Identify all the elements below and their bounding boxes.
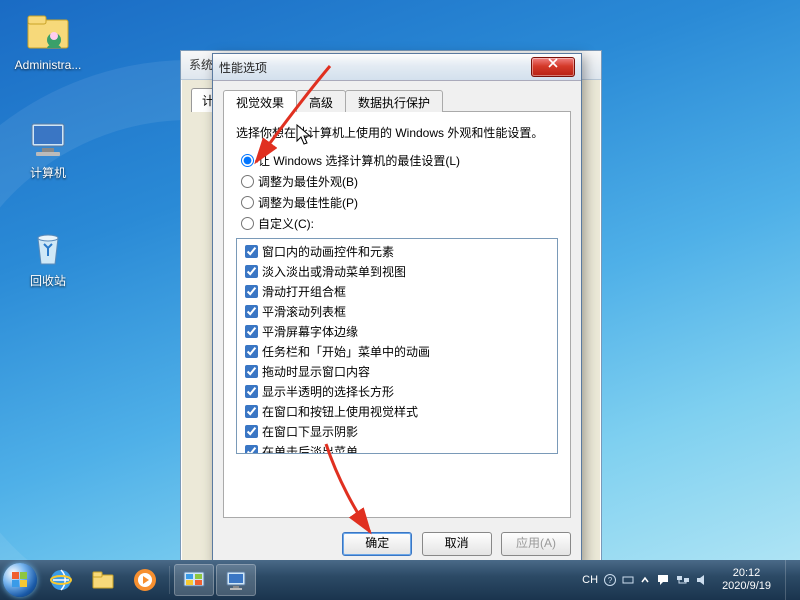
effect-item[interactable]: 窗口内的动画控件和元素: [241, 242, 553, 261]
effect-item[interactable]: 在单击后淡出菜单: [241, 442, 553, 454]
radio-input-let[interactable]: [241, 154, 254, 167]
desktop-icon-recycle[interactable]: 回收站: [10, 224, 86, 288]
taskbar-media-player[interactable]: [125, 564, 165, 596]
folder-user-icon: [24, 8, 72, 56]
effect-item[interactable]: 在窗口和按钮上使用视觉样式: [241, 402, 553, 421]
effect-item[interactable]: 在窗口下显示阴影: [241, 422, 553, 441]
effect-item[interactable]: 平滑滚动列表框: [241, 302, 553, 321]
effect-checkbox[interactable]: [245, 285, 258, 298]
close-button[interactable]: [531, 57, 575, 77]
show-desktop-button[interactable]: [785, 560, 796, 600]
dialog-title: 性能选项: [219, 59, 531, 76]
taskbar-explorer[interactable]: [83, 564, 123, 596]
effect-checkbox[interactable]: [245, 365, 258, 378]
desktop-icon-administrator[interactable]: Administra...: [10, 8, 86, 72]
effect-item[interactable]: 平滑屏幕字体边缘: [241, 322, 553, 341]
effect-checkbox[interactable]: [245, 405, 258, 418]
effect-checkbox[interactable]: [245, 325, 258, 338]
effect-item[interactable]: 淡入淡出或滑动菜单到视图: [241, 262, 553, 281]
clock-date: 2020/9/19: [722, 580, 771, 593]
apply-button[interactable]: 应用(A): [501, 532, 571, 556]
effects-listbox[interactable]: 窗口内的动画控件和元素淡入淡出或滑动菜单到视图滑动打开组合框平滑滚动列表框平滑屏…: [236, 238, 558, 454]
start-button[interactable]: [0, 560, 40, 600]
taskbar: CH ? 20:12 2020/9/19: [0, 560, 800, 600]
desktop-icon-computer[interactable]: 计算机: [10, 116, 86, 180]
settings-radio-group: 让 Windows 选择计算机的最佳设置(L) 调整为最佳外观(B) 调整为最佳性能…: [236, 151, 558, 232]
ok-button[interactable]: 确定: [342, 532, 412, 556]
tray-chevron-icon[interactable]: [640, 574, 650, 586]
system-tray: CH ? 20:12 2020/9/19: [578, 560, 800, 600]
tray-keyboard-icon[interactable]: [622, 574, 634, 586]
radio-input-custom[interactable]: [241, 217, 254, 230]
radio-let[interactable]: 让 Windows 选择计算机的最佳设置(L): [236, 151, 558, 169]
tray-help-icon[interactable]: ?: [604, 574, 616, 586]
performance-options-dialog: 性能选项 视觉效果高级数据执行保护 选择你想在此计算机上使用的 Windows …: [212, 53, 582, 567]
radio-custom[interactable]: 自定义(C):: [236, 214, 558, 232]
taskbar-clock[interactable]: 20:12 2020/9/19: [714, 567, 779, 593]
button-row: 确定 取消 应用(A): [336, 532, 571, 556]
cancel-button[interactable]: 取消: [422, 532, 492, 556]
recycle-bin-icon: [24, 224, 72, 272]
description-text: 选择你想在此计算机上使用的 Windows 外观和性能设置。: [236, 124, 558, 141]
close-icon: [547, 58, 559, 68]
taskbar-app-1[interactable]: [174, 564, 214, 596]
desktop-icon-label: 计算机: [10, 166, 86, 180]
folder-icon: [90, 567, 116, 593]
taskbar-ie[interactable]: [41, 564, 81, 596]
effect-item[interactable]: 拖动时显示窗口内容: [241, 362, 553, 381]
taskbar-separator: [169, 566, 170, 594]
effect-item[interactable]: 显示半透明的选择长方形: [241, 382, 553, 401]
control-panel-icon: [181, 567, 207, 593]
effect-checkbox[interactable]: [245, 305, 258, 318]
wmp-icon: [132, 567, 158, 593]
radio-appearance[interactable]: 调整为最佳外观(B): [236, 172, 558, 190]
desktop-icon-label: 回收站: [10, 274, 86, 288]
tab-strip: 视觉效果高级数据执行保护: [223, 89, 571, 112]
taskbar-app-2[interactable]: [216, 564, 256, 596]
effect-checkbox[interactable]: [245, 345, 258, 358]
tray-network-icon[interactable]: [676, 574, 690, 586]
tray-volume-icon[interactable]: [696, 574, 708, 586]
svg-text:?: ?: [608, 576, 613, 585]
effect-checkbox[interactable]: [245, 425, 258, 438]
clock-time: 20:12: [722, 567, 771, 580]
radio-input-performance[interactable]: [241, 196, 254, 209]
tray-action-center-icon[interactable]: [656, 574, 670, 586]
computer-icon: [24, 116, 72, 164]
effect-checkbox[interactable]: [245, 445, 258, 454]
ime-indicator[interactable]: CH: [582, 574, 598, 586]
effect-checkbox[interactable]: [245, 385, 258, 398]
effect-checkbox[interactable]: [245, 265, 258, 278]
effect-item[interactable]: 滑动打开组合框: [241, 282, 553, 301]
radio-input-appearance[interactable]: [241, 175, 254, 188]
start-orb-icon: [3, 563, 37, 597]
desktop-icon-label: Administra...: [10, 58, 86, 72]
radio-performance[interactable]: 调整为最佳性能(P): [236, 193, 558, 211]
system-icon: [223, 567, 249, 593]
ie-icon: [48, 567, 74, 593]
tab-page-visual-effects: 选择你想在此计算机上使用的 Windows 外观和性能设置。 让 Windows…: [223, 112, 571, 518]
effect-item[interactable]: 任务栏和「开始」菜单中的动画: [241, 342, 553, 361]
desktop: Administra... 计算机 回收站 系统 计 性能选项 视觉效果高级数据…: [0, 0, 800, 600]
dialog-titlebar[interactable]: 性能选项: [213, 54, 581, 81]
effect-checkbox[interactable]: [245, 245, 258, 258]
